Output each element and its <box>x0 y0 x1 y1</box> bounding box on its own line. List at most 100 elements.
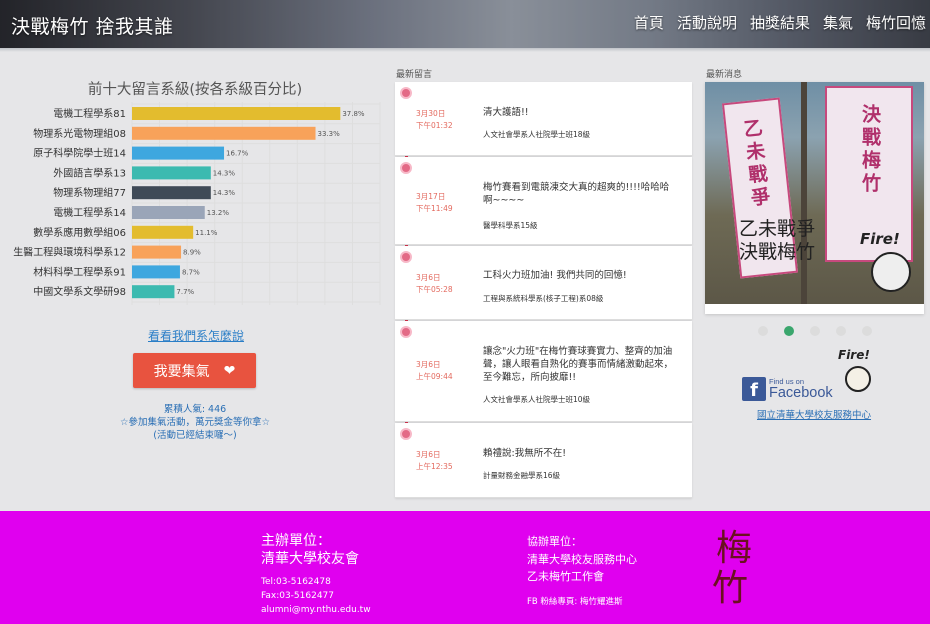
timeline-dot <box>400 251 412 263</box>
message-author: 醫學科學系15級 <box>483 221 538 230</box>
chart-bar[interactable] <box>132 285 175 299</box>
chart-value-label: 8.9% <box>183 249 201 257</box>
chart-bar[interactable] <box>132 206 205 219</box>
chart-category-label: 外國語言學系13 <box>53 166 126 179</box>
mascot-icon <box>871 252 911 292</box>
flag-pole <box>801 82 807 304</box>
contact-email[interactable]: alumni@my.nthu.edu.tw <box>261 605 371 615</box>
alumni-center-link[interactable]: 國立清華大學校友服務中心 <box>757 407 871 421</box>
timeline-dot <box>400 428 412 440</box>
message-text: 梅竹賽看到電競凍交大真的超爽的!!!!哈哈哈啊~~~~ <box>483 182 670 206</box>
facebook-brand: Facebook <box>769 384 833 401</box>
organizer-label: 主辦單位： <box>261 533 331 549</box>
chart-category-label: 材料科學工程學系91 <box>33 265 126 278</box>
department-comments-link[interactable]: 看看我們系怎麼說 <box>148 327 244 344</box>
chart-bar[interactable] <box>132 245 182 259</box>
chart-value-label: 13.2% <box>207 209 230 217</box>
message-author: 計量財務金融學系16級 <box>483 471 561 480</box>
chart-category-label: 電機工程學系81 <box>53 107 126 120</box>
fb-fan-page[interactable]: FB 粉絲專頁: 梅竹耀進斯 <box>527 595 623 607</box>
carousel-dots <box>758 326 872 336</box>
facebook-icon: f <box>742 377 766 401</box>
chart-category-label: 物理系光電物理組08 <box>33 127 126 140</box>
message-date: 3月6日 <box>416 450 441 459</box>
message-author: 人文社會學系人社院學士班18級 <box>483 130 591 139</box>
mascot-small-icon <box>845 366 871 392</box>
main-nav: 首頁 活動說明 抽獎結果 集氣 梅竹回憶 <box>634 12 926 33</box>
message-date: 3月6日 <box>416 360 441 369</box>
chart-bar[interactable] <box>132 265 180 279</box>
chart-value-label: 14.3% <box>213 169 236 177</box>
message-card: 3月6日 上午09:44 讓念"火力班"在梅竹賽球賽實力、整齊的加油聲，讓人眼看… <box>395 321 692 422</box>
message-time: 下午05:28 <box>416 285 453 294</box>
message-text: 讓念"火力班"在梅竹賽球賽實力、整齊的加油聲，讓人眼看自熟化的賽事而情緒激動起來… <box>483 346 674 383</box>
fire-badge: Fire! <box>838 348 870 362</box>
chart-bar[interactable] <box>132 186 211 200</box>
carousel-dot[interactable] <box>836 326 846 336</box>
site-footer: 主辦單位： 清華大學校友會 Tel:03-5162478 Fax:03-5162… <box>0 511 930 624</box>
message-card: 3月17日 下午11:49 梅竹賽看到電競凍交大真的超爽的!!!!哈哈哈啊~~~… <box>395 157 692 245</box>
chart-bar[interactable] <box>132 225 194 239</box>
promo-text: ☆參加集氣活動，萬元獎金等你拿☆ <box>119 417 271 428</box>
carousel-dot-active[interactable] <box>784 326 794 336</box>
message-card: 3月30日 下午01:32 清大護語!! 人文社會學系人社院學士班18級 <box>395 82 692 156</box>
chart-bar[interactable] <box>132 166 211 180</box>
timeline-dot <box>400 87 412 99</box>
carousel-dot[interactable] <box>862 326 872 336</box>
chart-value-label: 33.3% <box>318 130 341 138</box>
message-author: 人文社會學系人社院學士班10級 <box>483 395 591 404</box>
news-carousel[interactable]: 乙未戰爭 決戰梅竹 乙未戰爭 決戰梅竹 Fire! <box>705 82 924 314</box>
chart-value-label: 14.3% <box>213 189 236 197</box>
heart-icon: ❤ <box>223 362 236 379</box>
chart-value-label: 37.8% <box>342 110 365 118</box>
contact-fax: Fax:03-5162477 <box>261 591 335 601</box>
message-time: 上午12:35 <box>416 462 453 471</box>
message-time: 上午09:44 <box>416 372 453 381</box>
message-date: 3月17日 <box>416 192 446 201</box>
carousel-dot[interactable] <box>810 326 820 336</box>
co-organizer-item: 清華大學校友服務中心 <box>527 553 637 566</box>
chart-category-label: 數學系應用數學組06 <box>33 226 126 239</box>
chart-bar[interactable] <box>132 107 341 120</box>
nav-activity[interactable]: 活動說明 <box>677 12 737 33</box>
seal-char-1: 梅 <box>716 528 753 569</box>
message-text: 工科火力班加油! 我們共同的回憶! <box>483 270 627 281</box>
chart-bar[interactable] <box>132 146 225 160</box>
seal-char-2: 竹 <box>712 568 749 609</box>
chart-bar[interactable] <box>132 126 316 140</box>
activity-ended-text: (活動已經結束囉～) <box>153 430 237 441</box>
chart-value-label: 8.7% <box>182 268 200 276</box>
message-author: 工程與系統科學系(核子工程)系08級 <box>483 294 604 303</box>
organizer-name: 清華大學校友會 <box>261 551 359 567</box>
facebook-badge[interactable]: f Find us on Facebook <box>742 375 840 403</box>
message-card: 3月6日 下午05:28 工科火力班加油! 我們共同的回憶! 工程與系統科學系(… <box>395 246 692 320</box>
site-title[interactable]: 決戰梅竹 捨我其誰 <box>11 12 174 39</box>
chart-category-label: 原子科學院學士班14 <box>33 147 126 160</box>
message-time: 下午11:49 <box>416 204 453 213</box>
banner-left-text: 乙未戰爭 <box>739 117 772 212</box>
gather-button-label: 我要集氣 <box>153 363 210 380</box>
carousel-dot[interactable] <box>758 326 768 336</box>
facebook-text: Find us on Facebook <box>769 377 833 401</box>
chart-value-label: 16.7% <box>226 150 249 158</box>
news-label: 最新消息 <box>706 70 743 80</box>
message-feed: 3月30日 下午01:32 清大護語!! 人文社會學系人社院學士班18級 3月1… <box>395 82 692 498</box>
message-card: 3月6日 上午12:35 賴禮說:我無所不在! 計量財務金融學系16級 <box>395 423 692 498</box>
header-divider <box>0 48 930 52</box>
caption-line-1: 乙未戰爭 <box>739 218 816 240</box>
popularity-count: 累積人氣: 446 <box>163 404 227 415</box>
message-time: 下午01:32 <box>416 121 453 130</box>
contact-tel: Tel:03-5162478 <box>261 577 331 587</box>
news-photo: 乙未戰爭 決戰梅竹 乙未戰爭 決戰梅竹 Fire! <box>705 82 924 304</box>
site-header: 決戰梅竹 捨我其誰 首頁 活動說明 抽獎結果 集氣 梅竹回憶 <box>0 0 930 50</box>
timeline-dot <box>400 326 412 338</box>
photo-caption: 乙未戰爭 決戰梅竹 <box>739 218 815 264</box>
gather-button[interactable]: 我要集氣 ❤ <box>133 353 256 388</box>
message-date: 3月30日 <box>416 109 446 118</box>
nav-memories[interactable]: 梅竹回憶 <box>866 12 926 33</box>
ranking-bar-chart: 電機工程學系81 37.8% 物理系光電物理組08 33.3% 原子科學院學士班14 16… <box>13 102 381 305</box>
nav-lottery-results[interactable]: 抽獎結果 <box>750 12 810 33</box>
chart-title: 前十大留言系級(按各系級百分比) <box>87 82 303 98</box>
nav-gather[interactable]: 集氣 <box>823 12 853 33</box>
nav-home[interactable]: 首頁 <box>634 12 664 33</box>
